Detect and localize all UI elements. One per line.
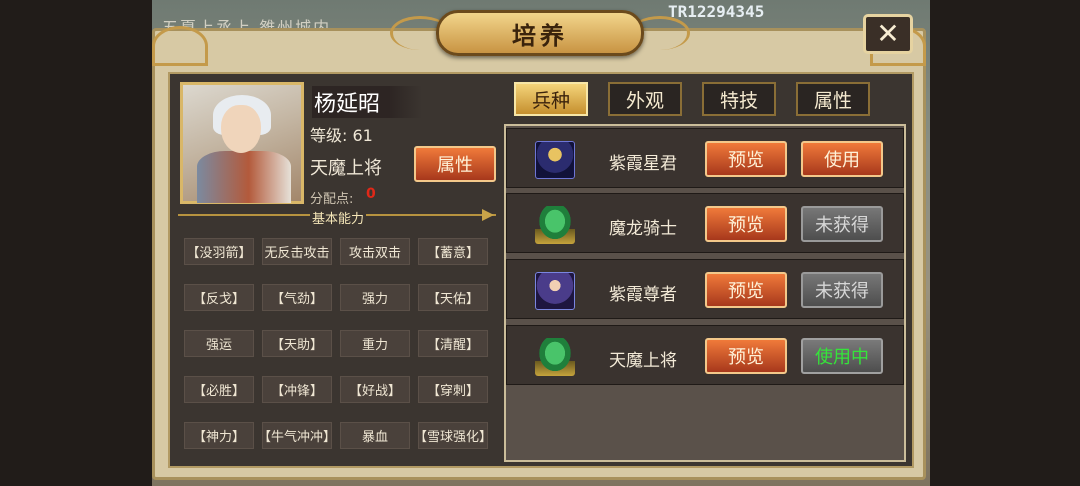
preview-button[interactable]: 预览 [705,206,787,242]
skill-item[interactable]: 强运 [184,330,254,357]
jade-dragon-unit-icon [535,206,575,244]
skill-item[interactable]: 【牛气冲冲】 [262,422,332,449]
in-use-button: 使用中 [801,338,883,374]
skill-item[interactable]: 【蓄意】 [418,238,488,265]
skill-item[interactable]: 【清醒】 [418,330,488,357]
hero-name: 杨延昭 [312,86,422,118]
player-id: TR12294345 [668,2,765,21]
unit-row: 魔龙骑士 预览 未获得 [506,193,904,253]
preview-button[interactable]: 预览 [705,141,787,177]
hero-portrait [180,82,304,204]
skill-item[interactable]: 【冲锋】 [262,376,332,403]
skill-item[interactable]: 【雪球强化】 [418,422,488,449]
portrait-armor [197,151,291,203]
section-title: 基本能力 [310,208,367,227]
jade-dragon-unit-icon [535,338,575,376]
unit-name: 紫霞星君 [609,154,677,174]
tab-unit-type[interactable]: 兵种 [514,82,588,116]
skill-item[interactable]: 【天佑】 [418,284,488,311]
hero-title: 天魔上将 [310,158,382,179]
unit-row: 天魔上将 预览 使用中 [506,325,904,385]
skill-item[interactable]: 【神力】 [184,422,254,449]
hero-level: 等级: 61 [310,126,373,145]
skill-item[interactable]: 【必胜】 [184,376,254,403]
skill-item[interactable]: 暴血 [340,422,410,449]
left-backdrop [0,0,152,486]
ornament-corner-icon [152,26,208,66]
tab-skills[interactable]: 特技 [702,82,776,116]
skill-item[interactable]: 无反击攻击 [262,238,332,265]
dialog-title: 培养 [512,21,568,50]
points-label: 分配点: [310,192,354,207]
skill-item[interactable]: 【反戈】 [184,284,254,311]
skill-item[interactable]: 【天助】 [262,330,332,357]
arrow-right-icon [482,209,494,221]
skill-item[interactable]: 【穿刺】 [418,376,488,403]
unit-name: 魔龙骑士 [609,219,677,239]
skill-item[interactable]: 【气劲】 [262,284,332,311]
dialog-title-plate: 培养 [436,10,644,56]
right-backdrop [930,0,1080,486]
skill-item[interactable]: 强力 [340,284,410,311]
close-icon: ✕ [876,17,900,50]
preview-button[interactable]: 预览 [705,272,787,308]
unit-row: 紫霞星君 预览 使用 [506,128,904,188]
preview-button[interactable]: 预览 [705,338,787,374]
unit-row: 紫霞尊者 预览 未获得 [506,259,904,319]
use-button[interactable]: 使用 [801,141,883,177]
points-value: 0 [366,186,376,202]
mage-unit-icon [535,272,575,310]
close-button[interactable]: ✕ [863,14,913,54]
not-obtained-button: 未获得 [801,206,883,242]
knight-unit-icon [535,141,575,179]
skill-item[interactable]: 【好战】 [340,376,410,403]
portrait-face [221,105,261,153]
game-screen: 五夏上丞上 雒州城内 TR12294345 培养 ✕ 杨延昭 等级: 61 天魔… [0,0,1080,486]
skill-item[interactable]: 攻击双击 [340,238,410,265]
skill-grid: 【没羽箭】 无反击攻击 攻击双击 【蓄意】 【反戈】 【气劲】 强力 【天佑】 … [184,238,490,449]
skill-item[interactable]: 重力 [340,330,410,357]
unit-name: 天魔上将 [609,351,677,371]
tab-appearance[interactable]: 外观 [608,82,682,116]
hero-attributes-button[interactable]: 属性 [414,146,496,182]
unit-name: 紫霞尊者 [609,285,677,305]
tab-attributes[interactable]: 属性 [796,82,870,116]
skill-item[interactable]: 【没羽箭】 [184,238,254,265]
not-obtained-button: 未获得 [801,272,883,308]
